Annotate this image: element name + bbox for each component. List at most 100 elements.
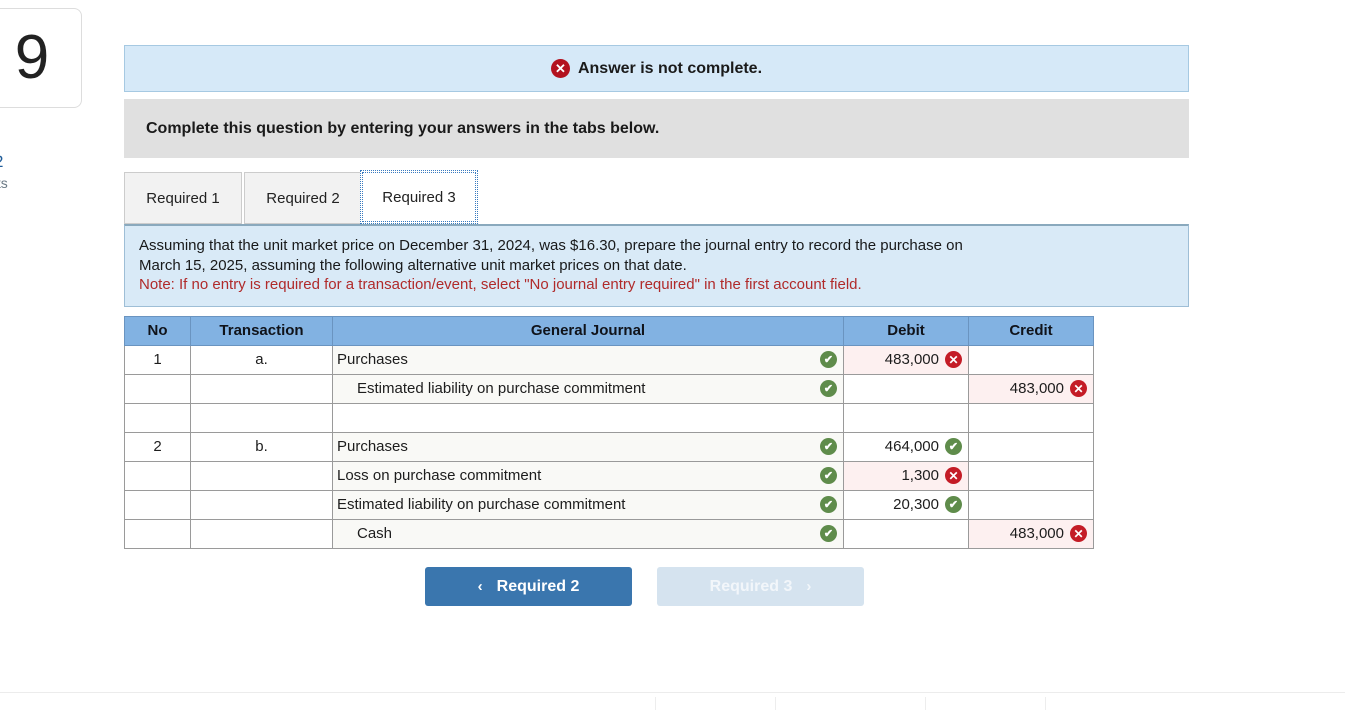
tab-required-2[interactable]: Required 2 <box>244 172 362 224</box>
table-row: Estimated liability on purchase commitme… <box>124 489 1094 520</box>
cell-debit-input[interactable]: 483,000 ✕ <box>843 344 969 375</box>
debit-amount: 483,000 <box>884 351 939 368</box>
journal-entry-table: No Transaction General Journal Debit Cre… <box>124 315 1094 549</box>
question-number: 9 <box>14 23 50 92</box>
navigation-buttons: ‹ Required 2 Required 3 › <box>425 567 864 606</box>
cell-account-select[interactable]: Loss on purchase commitment ✔ <box>332 460 844 491</box>
next-required-3-button[interactable]: Required 3 › <box>657 567 864 606</box>
cell-account-select[interactable]: Purchases ✔ <box>332 344 844 375</box>
cell-debit-input[interactable]: 464,000 ✔ <box>843 431 969 462</box>
cell-transaction: b. <box>190 431 333 462</box>
journal-entry-body: 1 a. Purchases ✔ 483,000 ✕ Estimated liability… <box>124 344 1094 549</box>
table-row: Loss on purchase commitment ✔ 1,300 ✕ <box>124 460 1094 491</box>
points-label: ints <box>0 175 8 191</box>
answer-status-alert: ✕ Answer is not complete. <box>124 45 1189 92</box>
cell-credit-input[interactable] <box>968 489 1094 520</box>
table-row: Cash ✔ 483,000 ✕ <box>124 518 1094 549</box>
column-header-debit: Debit <box>843 315 969 346</box>
tab-required-1[interactable]: Required 1 <box>124 172 242 224</box>
column-header-no: No <box>124 315 191 346</box>
cell-transaction <box>190 373 333 404</box>
table-row <box>124 402 1094 433</box>
instruction-line-2: March 15, 2025, assuming the following a… <box>139 256 687 274</box>
cell-no <box>124 460 191 491</box>
cell-transaction <box>190 402 333 433</box>
error-circle-icon: ✕ <box>1070 525 1087 542</box>
cell-credit-input[interactable]: 483,000 ✕ <box>968 518 1094 549</box>
cell-no <box>124 402 191 433</box>
check-circle-icon: ✔ <box>945 496 962 513</box>
answer-status-text: Answer is not complete. <box>577 59 763 77</box>
cell-debit-input[interactable]: 1,300 ✕ <box>843 460 969 491</box>
question-number-badge: 9 <box>0 8 82 108</box>
cell-no: 2 <box>124 431 191 462</box>
error-circle-icon: ✕ <box>945 351 962 368</box>
cell-debit-input[interactable]: 20,300 ✔ <box>843 489 969 520</box>
credit-amount: 483,000 <box>1009 380 1064 397</box>
cell-credit-input[interactable]: 483,000 ✕ <box>968 373 1094 404</box>
check-circle-icon: ✔ <box>820 438 837 455</box>
status-bar-divider <box>925 697 926 710</box>
cell-no <box>124 518 191 549</box>
check-circle-icon: ✔ <box>820 496 837 513</box>
error-circle-icon: ✕ <box>945 467 962 484</box>
cell-no <box>124 373 191 404</box>
column-header-general-journal: General Journal <box>332 315 844 346</box>
prev-required-2-button[interactable]: ‹ Required 2 <box>425 567 632 606</box>
account-name: Estimated liability on purchase commitme… <box>357 380 646 397</box>
check-circle-icon: ✔ <box>820 467 837 484</box>
instruction-bar-text: Complete this question by entering your … <box>146 119 660 137</box>
check-circle-icon: ✔ <box>820 525 837 542</box>
requirement-tabs: Required 1 Required 2 Required 3 <box>124 170 1189 224</box>
account-name: Cash <box>357 525 393 542</box>
cell-transaction: a. <box>190 344 333 375</box>
requirement-instructions: Assuming that the unit market price on D… <box>124 224 1189 307</box>
check-circle-icon: ✔ <box>945 438 962 455</box>
table-row: Estimated liability on purchase commitme… <box>124 373 1094 404</box>
cell-debit-input[interactable] <box>843 402 969 433</box>
column-header-transaction: Transaction <box>190 315 333 346</box>
points-value: 2 <box>0 152 3 172</box>
cell-no: 1 <box>124 344 191 375</box>
chevron-right-icon: › <box>806 578 812 595</box>
cell-credit-input[interactable] <box>968 460 1094 491</box>
check-circle-icon: ✔ <box>820 351 837 368</box>
status-bar-divider <box>655 697 656 710</box>
cell-transaction <box>190 489 333 520</box>
cell-account-select[interactable]: Estimated liability on purchase commitme… <box>332 489 844 520</box>
cell-transaction <box>190 518 333 549</box>
debit-amount: 464,000 <box>884 438 939 455</box>
error-circle-icon: ✕ <box>1070 380 1087 397</box>
cell-debit-input[interactable] <box>843 373 969 404</box>
status-bar-divider <box>775 697 776 710</box>
instruction-note: Note: If no entry is required for a tran… <box>139 276 862 293</box>
check-circle-icon: ✔ <box>820 380 837 397</box>
instruction-bar: Complete this question by entering your … <box>124 99 1189 158</box>
bottom-status-bar <box>0 693 1345 710</box>
table-header-row: No Transaction General Journal Debit Cre… <box>124 315 1094 346</box>
table-row: 2 b. Purchases ✔ 464,000 ✔ <box>124 431 1094 462</box>
cell-credit-input[interactable] <box>968 402 1094 433</box>
tab-required-3-label: Required 3 <box>382 188 456 206</box>
question-content: ✕ Answer is not complete. Complete this … <box>124 45 1189 549</box>
tab-required-1-label: Required 1 <box>146 189 220 207</box>
chevron-left-icon: ‹ <box>477 578 483 595</box>
cell-credit-input[interactable] <box>968 431 1094 462</box>
cell-transaction <box>190 460 333 491</box>
account-name: Loss on purchase commitment <box>337 467 542 484</box>
cell-account-select[interactable]: Cash ✔ <box>332 518 844 549</box>
tab-required-2-label: Required 2 <box>266 189 340 207</box>
cell-debit-input[interactable] <box>843 518 969 549</box>
prev-button-label: Required 2 <box>496 577 580 595</box>
tab-required-3[interactable]: Required 3 <box>360 170 478 224</box>
cell-account-select[interactable]: Estimated liability on purchase commitme… <box>332 373 844 404</box>
cell-account-select[interactable]: Purchases ✔ <box>332 431 844 462</box>
credit-amount: 483,000 <box>1009 525 1064 542</box>
instruction-line-1: Assuming that the unit market price on D… <box>139 237 963 254</box>
cell-account-select[interactable] <box>332 402 844 433</box>
cell-credit-input[interactable] <box>968 344 1094 375</box>
table-row: 1 a. Purchases ✔ 483,000 ✕ <box>124 344 1094 375</box>
debit-amount: 20,300 <box>893 496 939 513</box>
column-header-credit: Credit <box>968 315 1094 346</box>
debit-amount: 1,300 <box>901 467 939 484</box>
